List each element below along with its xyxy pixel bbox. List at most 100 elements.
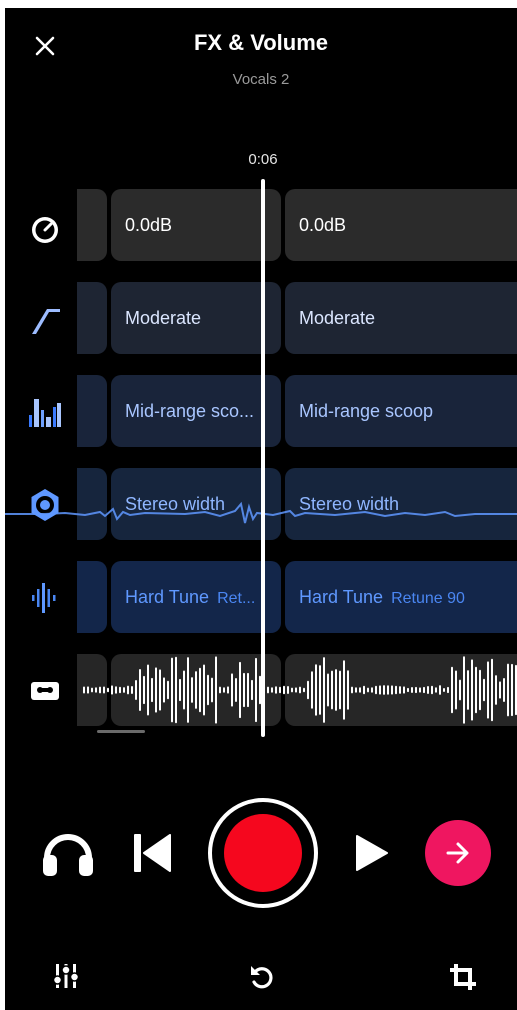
- waveform-bar: [279, 686, 281, 694]
- waveform-bar: [111, 685, 113, 695]
- waveform-bar: [107, 687, 109, 693]
- waveform-bar: [371, 687, 373, 693]
- waveform-bar: [91, 687, 93, 693]
- page-title: FX & Volume: [193, 30, 329, 55]
- audio-waveform: [83, 656, 517, 724]
- waveform-bar: [411, 687, 413, 693]
- waveform-bar: [267, 686, 269, 694]
- waveform-bar: [231, 673, 233, 707]
- waveform-bar: [391, 685, 393, 695]
- compressor-clip[interactable]: Moderate: [111, 282, 281, 354]
- waveform-bar: [115, 686, 117, 694]
- waveform-bar: [403, 686, 405, 694]
- eq-track: Mid-range sco... Mid-range scoop: [77, 375, 517, 447]
- waveform-bar: [215, 656, 217, 724]
- waveform-bar: [247, 672, 249, 708]
- compressor-clip[interactable]: Moderate: [285, 282, 517, 354]
- crop-icon[interactable]: [449, 963, 477, 991]
- undo-icon[interactable]: [248, 963, 276, 991]
- record-dot: [224, 814, 302, 892]
- eq-clip[interactable]: Mid-range scoop: [285, 375, 517, 447]
- waveform-bar: [415, 686, 417, 694]
- pitch-clip[interactable]: Hard Tune Retune 90: [285, 561, 517, 633]
- audio-track: [77, 654, 517, 726]
- waveform-bar: [235, 678, 237, 702]
- waveform-bar: [187, 657, 189, 723]
- waveform-bar: [103, 686, 105, 694]
- waveform-bar: [363, 685, 365, 695]
- waveform-bar: [435, 687, 437, 693]
- waveform-bar: [367, 687, 369, 693]
- waveform-bar: [511, 663, 513, 717]
- waveform-bar: [243, 672, 245, 708]
- playhead-line[interactable]: [261, 179, 265, 737]
- waveform-bar: [303, 687, 305, 693]
- stereo-ring-icon[interactable]: [23, 483, 67, 527]
- record-button[interactable]: [208, 798, 318, 908]
- next-button[interactable]: [425, 820, 491, 886]
- waveform-bar: [507, 663, 509, 717]
- cassette-icon[interactable]: [23, 669, 67, 713]
- waveform-bar: [319, 665, 321, 715]
- waveform-bar: [315, 664, 317, 716]
- waveform-bar: [175, 656, 177, 724]
- waveform-bar: [219, 686, 221, 694]
- waveform-bar: [483, 678, 485, 702]
- arrow-right-icon: [446, 842, 469, 864]
- play-icon[interactable]: [355, 834, 389, 872]
- skip-back-icon[interactable]: [134, 834, 172, 872]
- waveform-bar: [423, 686, 425, 694]
- waveform-bar: [399, 686, 401, 694]
- waveform-bar: [295, 687, 297, 693]
- waveform-bar: [447, 686, 449, 694]
- waveform-bar: [119, 686, 121, 694]
- stereo-clip[interactable]: Stereo width: [285, 468, 517, 540]
- waveform-bar: [195, 671, 197, 709]
- waveform-bar: [339, 670, 341, 710]
- waveform-bar: [439, 685, 441, 695]
- waveform-bar: [251, 679, 253, 701]
- waveform-bar: [211, 677, 213, 703]
- waveform-bar: [207, 674, 209, 706]
- waveform-bar: [299, 686, 301, 694]
- waveform-bar: [451, 666, 453, 714]
- waveform-bar: [499, 681, 501, 699]
- pitch-wave-icon[interactable]: [23, 576, 67, 620]
- waveform-bar: [343, 660, 345, 720]
- waveform-bar: [487, 661, 489, 719]
- playhead-time: 0:06: [248, 151, 278, 168]
- gain-clip[interactable]: 0.0dB: [285, 189, 517, 261]
- waveform-bar: [455, 670, 457, 710]
- waveform-bar: [147, 664, 149, 716]
- mixer-sliders-icon[interactable]: [53, 963, 79, 989]
- stereo-clip[interactable]: Stereo width: [111, 468, 281, 540]
- waveform-bar: [431, 685, 433, 695]
- stereo-track: Stereo width Stereo width: [77, 468, 517, 540]
- waveform-bar: [127, 685, 129, 695]
- waveform-bar: [83, 686, 85, 694]
- eq-clip[interactable]: Mid-range sco...: [111, 375, 281, 447]
- waveform-bar: [171, 657, 173, 723]
- waveform-bar: [395, 685, 397, 695]
- waveform-bar: [307, 680, 309, 700]
- headphones-icon[interactable]: [41, 828, 95, 878]
- compressor-track: Moderate Moderate: [77, 282, 517, 354]
- waveform-bar: [159, 669, 161, 711]
- waveform-bar: [291, 687, 293, 693]
- gain-clip[interactable]: 0.0dB: [111, 189, 281, 261]
- waveform-bar: [95, 687, 97, 693]
- eq-bars-icon[interactable]: [23, 390, 67, 434]
- waveform-bar: [495, 675, 497, 705]
- compressor-curve-icon[interactable]: [23, 298, 67, 342]
- waveform-bar: [359, 687, 361, 693]
- waveform-bar: [467, 670, 469, 710]
- waveform-bar: [223, 687, 225, 693]
- waveform-bar: [135, 680, 137, 700]
- waveform-bar: [327, 673, 329, 707]
- waveform-bar: [151, 677, 153, 703]
- waveform-bar: [387, 685, 389, 695]
- gauge-icon[interactable]: [23, 208, 67, 252]
- pitch-clip[interactable]: Hard Tune Ret...: [111, 561, 281, 633]
- waveform-bar: [167, 680, 169, 700]
- timeline-scrollbar[interactable]: [97, 730, 145, 733]
